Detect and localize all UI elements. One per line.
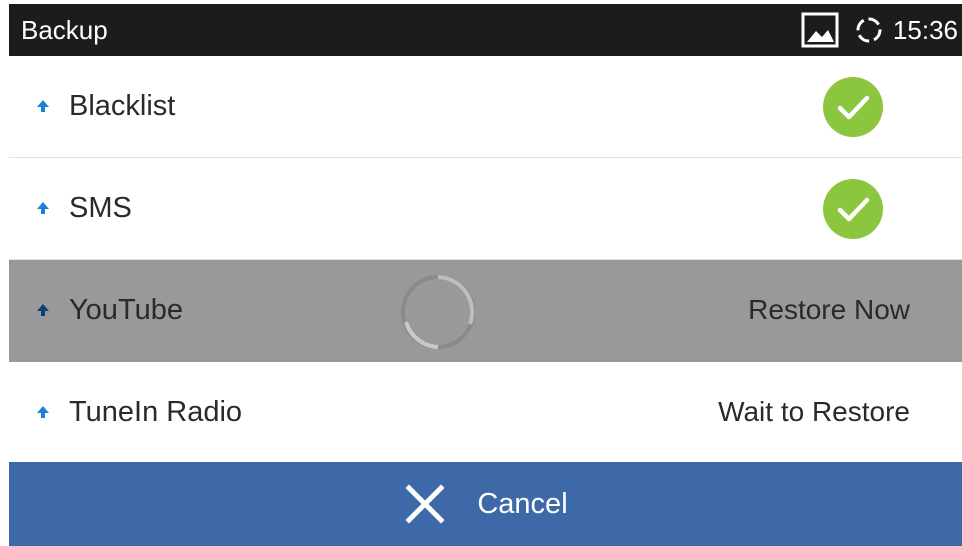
list-item-label: YouTube (69, 294, 183, 326)
upload-arrow-icon (37, 304, 49, 316)
app-window: Backup 15:36 Blacklist SMS YouTube Resto… (9, 4, 962, 546)
status-bar: Backup 15:36 (9, 4, 962, 56)
app-title: Backup (21, 15, 108, 45)
item-status-text: Wait to Restore (718, 396, 910, 427)
cancel-button[interactable]: Cancel (9, 462, 962, 546)
status-time: 15:36 (892, 15, 958, 45)
status-icons: 15:36 (801, 12, 958, 48)
sync-icon (856, 17, 882, 43)
restore-now-button[interactable]: Restore Now (748, 294, 910, 326)
close-icon (405, 484, 445, 524)
upload-arrow-icon (37, 100, 49, 112)
check-circle-icon (823, 179, 883, 239)
list-item-label: Blacklist (69, 90, 176, 122)
list-item-sms[interactable]: SMS (9, 158, 962, 260)
loading-spinner-icon (401, 275, 475, 349)
cancel-label: Cancel (477, 488, 568, 520)
list-item-label: TuneIn Radio (69, 396, 243, 428)
list-item-youtube[interactable]: YouTube Restore Now (9, 260, 962, 362)
list-item-tunein-radio[interactable]: TuneIn Radio Wait to Restore (9, 362, 962, 464)
list-item-label: SMS (69, 192, 132, 224)
restore-list: Blacklist SMS YouTube Restore Now TuneIn… (9, 56, 962, 464)
upload-arrow-icon (37, 202, 49, 214)
check-circle-icon (823, 77, 883, 137)
image-icon (801, 12, 839, 48)
upload-arrow-icon (37, 406, 49, 418)
list-item-blacklist[interactable]: Blacklist (9, 56, 962, 158)
